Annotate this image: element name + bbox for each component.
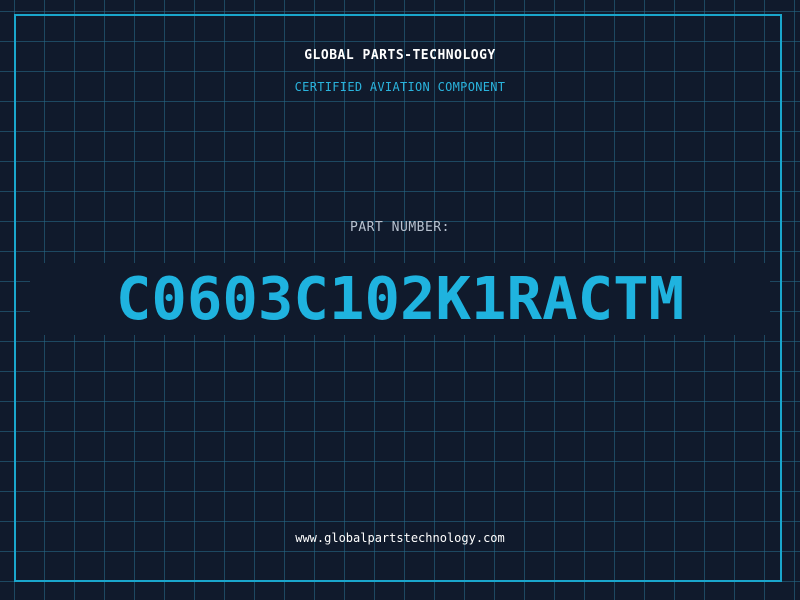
website-url: www.globalpartstechnology.com xyxy=(295,531,505,545)
certification-tagline: CERTIFIED AVIATION COMPONENT xyxy=(294,80,506,94)
part-number-value: C0603C102K1RACTM xyxy=(115,264,685,333)
part-label-card: GLOBAL PARTS-TECHNOLOGY CERTIFIED AVIATI… xyxy=(0,0,800,600)
part-number-label: PART NUMBER: xyxy=(350,220,450,235)
company-name: GLOBAL PARTS-TECHNOLOGY xyxy=(304,48,496,63)
